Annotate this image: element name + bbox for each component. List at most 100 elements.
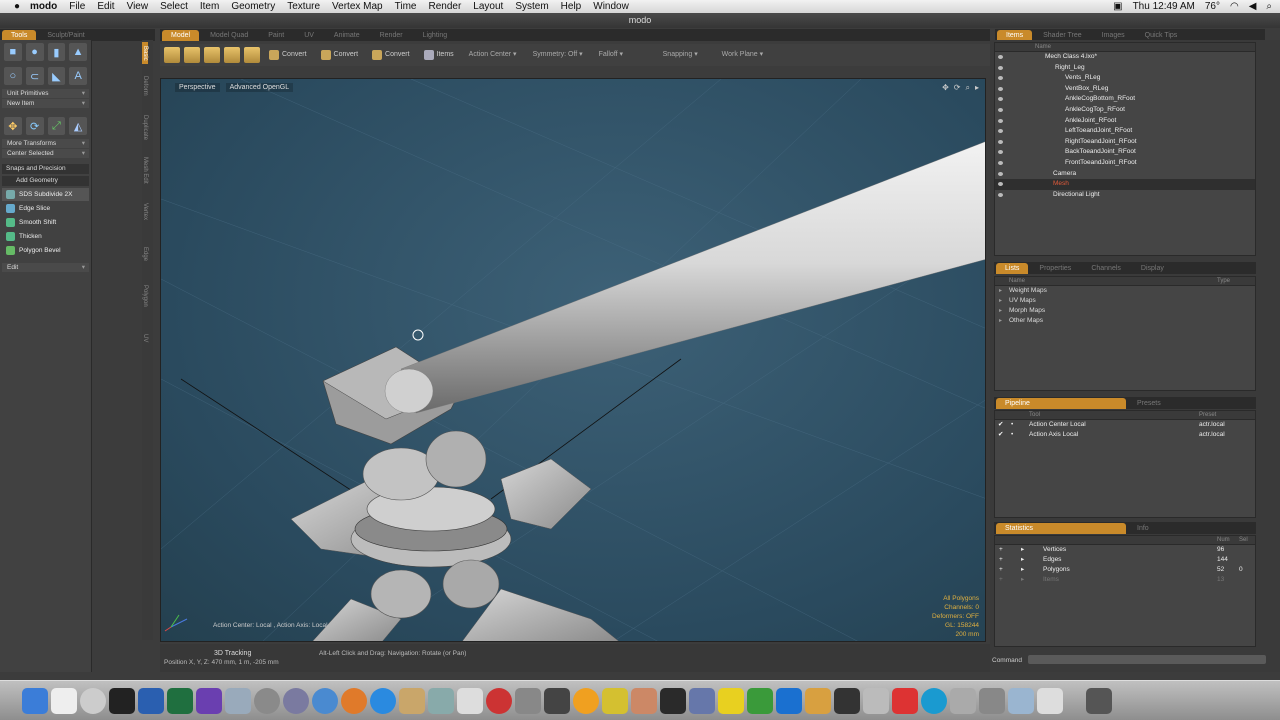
- tree-item[interactable]: BackToeandJoint_RFoot: [995, 147, 1255, 158]
- command-input[interactable]: [1028, 655, 1266, 664]
- address-book-icon[interactable]: [51, 687, 77, 714]
- scale-icon[interactable]: ⤢: [47, 117, 66, 135]
- visibility-eye-icon[interactable]: [998, 192, 1003, 197]
- menubar-temperature[interactable]: 76°: [1205, 0, 1220, 13]
- viewport-scene[interactable]: [161, 79, 986, 642]
- vtab-deform[interactable]: Deform: [142, 66, 148, 106]
- menu-file[interactable]: File: [63, 0, 91, 13]
- cylinder-icon[interactable]: ▮: [47, 43, 66, 61]
- pipeline-row[interactable]: ✔ • Action Axis Local actr.local: [995, 430, 1255, 440]
- edge-slice-button[interactable]: Edge Slice: [2, 202, 89, 215]
- move-icon[interactable]: ✥: [4, 117, 22, 135]
- cube-icon[interactable]: ■: [4, 43, 22, 61]
- visibility-eye-icon[interactable]: [998, 107, 1003, 112]
- cone-icon[interactable]: ▲: [69, 43, 87, 61]
- notes-icon[interactable]: [399, 687, 425, 714]
- expand-arrow-icon[interactable]: ▸: [1021, 545, 1024, 555]
- tab-display[interactable]: Display: [1132, 263, 1173, 274]
- volume-icon[interactable]: ◀: [1249, 0, 1257, 13]
- menu-view[interactable]: View: [121, 0, 155, 13]
- tab-statistics[interactable]: Statistics: [996, 522, 1126, 534]
- sds-subdivide-button[interactable]: SDS Subdivide 2X: [2, 188, 89, 201]
- prefs-icon[interactable]: [979, 687, 1005, 714]
- menubar-clock[interactable]: Thu 12:49 AM: [1133, 0, 1195, 13]
- excel-icon[interactable]: [747, 687, 773, 714]
- tab-items[interactable]: Items: [997, 29, 1033, 41]
- dvd-icon[interactable]: [283, 687, 309, 714]
- expand-plus-icon[interactable]: +: [999, 565, 1003, 575]
- smooth-shift-button[interactable]: Smooth Shift: [2, 216, 89, 229]
- edit-dropdown[interactable]: Edit ▾: [2, 263, 89, 272]
- toolbox-icon[interactable]: [689, 687, 715, 714]
- select-edges-icon[interactable]: [184, 47, 200, 63]
- tab-model[interactable]: Model: [162, 29, 200, 41]
- safari-icon[interactable]: [312, 687, 338, 714]
- pencil-icon[interactable]: [602, 687, 628, 714]
- vtab-mesh-edit[interactable]: Mesh Edit: [142, 150, 148, 190]
- orbit-icon[interactable]: ⟳: [954, 83, 961, 93]
- tab-shader-tree[interactable]: Shader Tree: [1034, 30, 1091, 41]
- render-mode-button[interactable]: Advanced OpenGL: [225, 83, 294, 92]
- paint-icon[interactable]: [631, 687, 657, 714]
- globe-icon[interactable]: [370, 687, 396, 714]
- menu-edit[interactable]: Edit: [91, 0, 120, 13]
- play-icon[interactable]: [776, 687, 802, 714]
- tab-channels[interactable]: Channels: [1082, 263, 1130, 274]
- clapper-icon[interactable]: [109, 687, 135, 714]
- document-icon[interactable]: [457, 687, 483, 714]
- settings-icon[interactable]: [254, 687, 280, 714]
- calculator-icon[interactable]: [950, 687, 976, 714]
- tab-paint[interactable]: Paint: [259, 30, 293, 41]
- expand-plus-icon[interactable]: +: [999, 555, 1003, 565]
- tree-item[interactable]: Vents_RLeg: [995, 73, 1255, 84]
- list-item-uv-maps[interactable]: UV Maps: [995, 296, 1255, 306]
- vtab-polygon[interactable]: Polygon: [142, 276, 148, 316]
- tab-lighting[interactable]: Lighting: [414, 30, 457, 41]
- tree-item[interactable]: Mesh: [995, 179, 1255, 190]
- browser-icon[interactable]: [921, 687, 947, 714]
- snapping-dropdown[interactable]: Snapping ▾: [657, 48, 712, 62]
- view-mode-button[interactable]: Perspective: [175, 83, 220, 92]
- select-vertices-icon[interactable]: [164, 47, 180, 63]
- menu-geometry[interactable]: Geometry: [225, 0, 281, 13]
- capsule-icon[interactable]: ⊂: [25, 67, 44, 85]
- menu-select[interactable]: Select: [154, 0, 194, 13]
- spotlight-icon[interactable]: ⌕: [1266, 0, 1272, 13]
- wedge-icon[interactable]: ◣: [47, 67, 66, 85]
- visibility-eye-icon[interactable]: [998, 182, 1003, 187]
- stat-row[interactable]: + ▸ Edges 144: [995, 555, 1255, 565]
- tab-lists[interactable]: Lists: [996, 262, 1029, 274]
- vtab-uv[interactable]: UV: [142, 318, 148, 358]
- tree-item[interactable]: FrontToeandJoint_RFoot: [995, 158, 1255, 169]
- tree-item[interactable]: AnkleJoint_RFoot: [995, 116, 1255, 127]
- visibility-eye-icon[interactable]: [998, 129, 1003, 134]
- check-icon[interactable]: ✔: [998, 420, 1003, 430]
- convert-button-1[interactable]: Convert: [264, 48, 312, 62]
- tab-properties[interactable]: Properties: [1030, 263, 1080, 274]
- text-editor-icon[interactable]: [138, 687, 164, 714]
- banana-icon[interactable]: [718, 687, 744, 714]
- tree-item[interactable]: RightToeandJoint_RFoot: [995, 137, 1255, 148]
- orange-ball-icon[interactable]: [573, 687, 599, 714]
- photo-icon[interactable]: [225, 687, 251, 714]
- tab-presets[interactable]: Presets: [1128, 398, 1170, 409]
- tree-item[interactable]: LeftToeandJoint_RFoot: [995, 126, 1255, 137]
- film-icon[interactable]: [544, 687, 570, 714]
- downloads-folder-icon[interactable]: [1008, 687, 1034, 714]
- 3d-viewport[interactable]: Perspective Advanced OpenGL ✥ ⟳ ⌕ ▸ Acti…: [160, 78, 986, 642]
- documents-stack-icon[interactable]: [1037, 687, 1063, 714]
- text-icon[interactable]: A: [69, 67, 87, 85]
- action-center-dropdown[interactable]: Action Center ▾: [463, 48, 523, 62]
- tab-quick-tips[interactable]: Quick Tips: [1136, 30, 1187, 41]
- transform-icon[interactable]: ◭: [69, 117, 87, 135]
- menu-layout[interactable]: Layout: [467, 0, 509, 13]
- snaps-precision-button[interactable]: Snaps and Precision: [2, 164, 89, 174]
- tree-item[interactable]: Directional Light: [995, 190, 1255, 201]
- tree-item[interactable]: AnkleCogBottom_RFoot: [995, 94, 1255, 105]
- visibility-eye-icon[interactable]: [998, 118, 1003, 123]
- visibility-eye-icon[interactable]: [998, 55, 1003, 59]
- menu-app-name[interactable]: modo: [24, 0, 63, 13]
- tree-item[interactable]: VentBox_RLeg: [995, 84, 1255, 95]
- expand-plus-icon[interactable]: +: [999, 575, 1003, 585]
- list-item-other-maps[interactable]: Other Maps: [995, 316, 1255, 326]
